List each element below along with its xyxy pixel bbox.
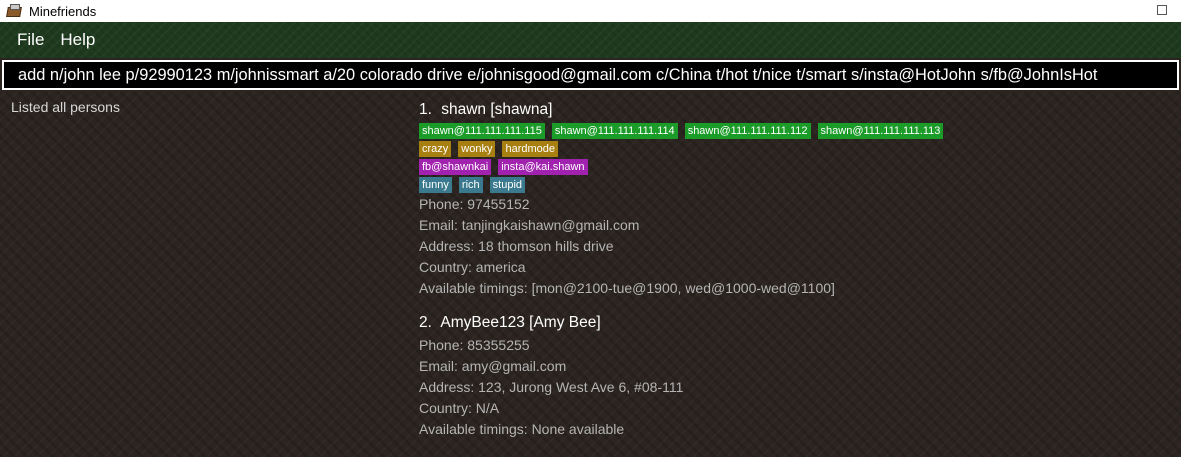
trait-tag-row: funny rich stupid [419,176,1179,194]
label-tag: hardmode [502,141,559,157]
person-country: Country: america [419,259,526,275]
social-tag: fb@shawnkai [419,159,492,175]
person-card[interactable]: 1. shawn [shawna] shawn@111.111.111.115 … [419,100,1179,299]
title-bar: Minefriends [0,0,1181,22]
person-list[interactable]: 1. shawn [shawna] shawn@111.111.111.115 … [419,100,1179,454]
ip-tag: shawn@111.111.111.113 [817,123,944,139]
person-email: Email: amy@gmail.com [419,358,567,374]
person-timings: Available timings: None available [419,421,625,437]
ip-tag: shawn@111.111.111.115 [419,123,545,139]
label-tag: crazy [419,141,452,157]
person-name: shawn [441,101,487,118]
social-tag-row: fb@shawnkai insta@kai.shawn [419,158,1179,176]
person-email: Email: tanjingkaishawn@gmail.com [419,217,640,233]
ip-tag: shawn@111.111.111.112 [684,123,811,139]
person-country: Country: N/A [419,400,500,416]
person-alias: [shawna] [490,101,553,118]
person-index: 2. [419,314,432,331]
menu-bar: File Help [0,22,1181,58]
ip-tag: shawn@111.111.111.114 [551,123,678,139]
social-tag: insta@kai.shawn [498,159,588,175]
person-phone: Phone: 85355255 [419,337,530,353]
app-book-icon [6,4,23,18]
person-address: Address: 123, Jurong West Ave 6, #08-111 [419,379,684,395]
ip-tag-row: shawn@111.111.111.115 shawn@111.111.111.… [419,122,1179,140]
result-display: Listed all persons [11,99,120,115]
trait-tag: rich [458,177,483,193]
person-name: AmyBee123 [440,314,525,331]
maximize-icon[interactable] [1157,5,1167,15]
label-tag: wonky [458,141,496,157]
person-phone: Phone: 97455152 [419,196,530,212]
person-alias: [Amy Bee] [529,314,601,331]
command-input[interactable] [4,62,1177,88]
person-index: 1. [419,101,432,118]
person-header: 1. shawn [shawna] [419,100,1179,122]
window-title: Minefriends [29,3,97,19]
main-panel: Listed all persons 1. shawn [shawna] sha… [0,92,1181,457]
label-tag-row: crazy wonky hardmode [419,140,1179,158]
person-timings: Available timings: [mon@2100-tue@1900, w… [419,280,835,296]
trait-tag: stupid [489,177,526,193]
person-header: 2. AmyBee123 [Amy Bee] [419,313,1179,335]
menu-file[interactable]: File [9,30,52,50]
person-address: Address: 18 thomson hills drive [419,238,614,254]
trait-tag: funny [419,177,452,193]
command-box [2,60,1179,90]
person-card[interactable]: 2. AmyBee123 [Amy Bee] Phone: 85355255 E… [419,313,1179,440]
menu-help[interactable]: Help [52,30,103,50]
